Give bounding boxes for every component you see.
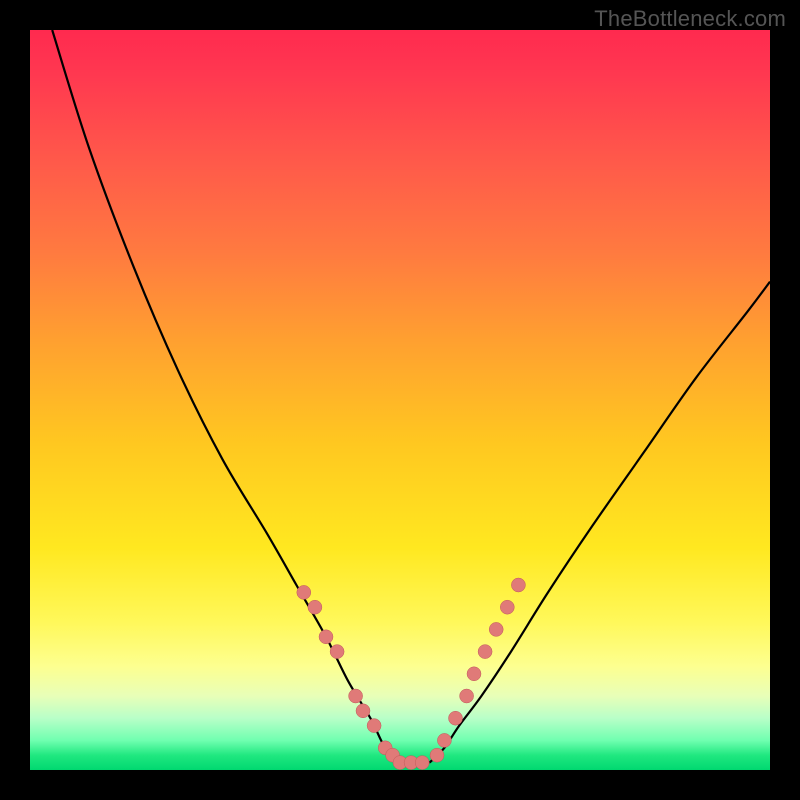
chart-frame: TheBottleneck.com: [0, 0, 800, 800]
plot-area: [30, 30, 770, 770]
dot-right: [500, 600, 514, 614]
dot-right: [478, 645, 492, 659]
curve-right-curve: [430, 282, 770, 763]
curve-svg: [30, 30, 770, 770]
dot-right: [460, 689, 474, 703]
curve-paths: [52, 30, 770, 763]
dot-left: [356, 704, 370, 718]
dot-right: [437, 733, 451, 747]
dot-right: [449, 711, 463, 725]
data-dots: [297, 578, 526, 770]
watermark-text: TheBottleneck.com: [594, 6, 786, 32]
dot-bottom: [415, 756, 429, 770]
dot-left: [349, 689, 363, 703]
dot-left: [308, 600, 322, 614]
curve-left-curve: [52, 30, 400, 763]
dot-left: [319, 630, 333, 644]
dot-right: [489, 622, 503, 636]
dot-left: [367, 719, 381, 733]
dot-left: [297, 585, 311, 599]
dot-left: [330, 645, 344, 659]
dot-right: [511, 578, 525, 592]
dot-right: [430, 748, 444, 762]
dot-right: [467, 667, 481, 681]
